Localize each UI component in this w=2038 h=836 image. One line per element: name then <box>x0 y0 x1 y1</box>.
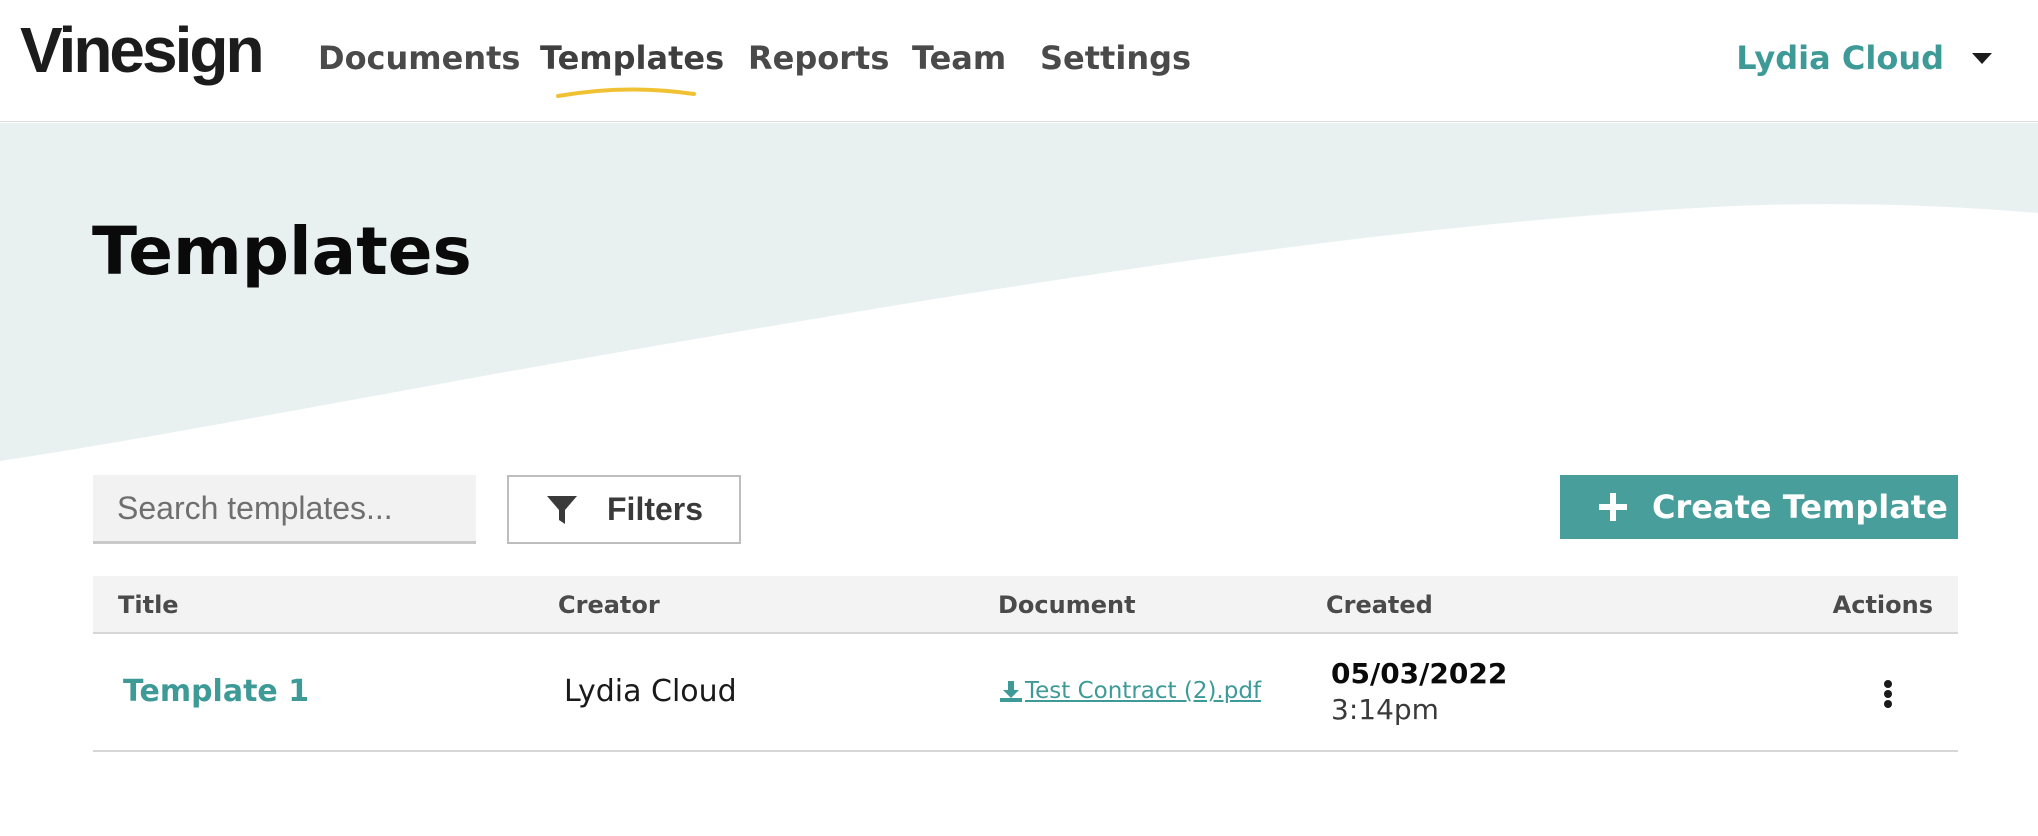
vertical-ellipsis-icon <box>1884 680 1892 688</box>
column-title[interactable]: Title <box>118 576 179 634</box>
nav-reports[interactable]: Reports <box>748 36 889 80</box>
plus-icon <box>1599 493 1627 521</box>
funnel-icon <box>547 495 577 524</box>
page-header-background <box>0 123 2038 468</box>
template-title-link[interactable]: Template 1 <box>123 672 309 712</box>
created-time: 3:14pm <box>1331 693 1439 726</box>
active-nav-underline <box>556 87 696 98</box>
caret-down-icon <box>1972 52 1992 64</box>
search-input[interactable] <box>93 475 476 544</box>
download-icon <box>1000 681 1022 702</box>
templates-table: Title Creator Document Created Actions T… <box>93 576 1958 752</box>
nav-templates[interactable]: Templates <box>540 36 724 80</box>
row-actions-button[interactable] <box>1875 674 1901 714</box>
top-navigation: Vinesign Documents Templates Reports Tea… <box>0 0 2038 122</box>
ellipsis-dot <box>1884 690 1892 698</box>
document-name: Test Contract (2).pdf <box>1025 678 1262 704</box>
nav-settings[interactable]: Settings <box>1040 36 1191 80</box>
vinesign-logo[interactable]: Vinesign <box>20 14 265 86</box>
template-creator: Lydia Cloud <box>564 674 737 709</box>
created-date: 05/03/2022 <box>1331 657 1508 690</box>
user-menu[interactable]: Lydia Cloud <box>1736 36 1992 80</box>
nav-documents[interactable]: Documents <box>318 36 520 80</box>
ellipsis-dot <box>1884 700 1892 708</box>
user-name: Lydia Cloud <box>1736 39 1944 77</box>
filters-label: Filters <box>607 491 704 527</box>
create-template-button[interactable]: Create Template <box>1560 475 1958 539</box>
create-template-label: Create Template <box>1652 488 1948 526</box>
column-creator[interactable]: Creator <box>558 576 660 634</box>
nav-team[interactable]: Team <box>912 36 1006 80</box>
filters-button[interactable]: Filters <box>507 475 741 544</box>
column-actions: Actions <box>1832 591 1933 619</box>
wave-background <box>0 123 2038 461</box>
page-title: Templates <box>92 213 472 290</box>
document-download-link[interactable]: Test Contract (2).pdf <box>999 675 1261 707</box>
table-header: Title Creator Document Created Actions <box>93 576 1958 634</box>
table-row: Template 1 Lydia Cloud Test Contract (2)… <box>93 634 1958 752</box>
column-document[interactable]: Document <box>998 576 1136 634</box>
column-created[interactable]: Created <box>1326 576 1433 634</box>
